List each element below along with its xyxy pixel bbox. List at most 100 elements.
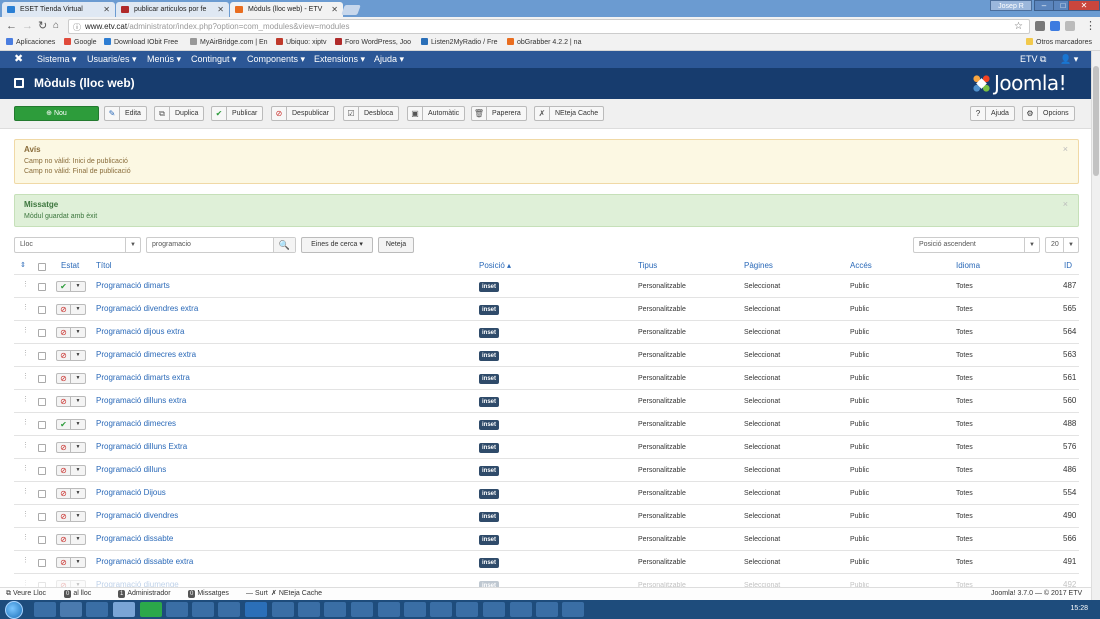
row-checkbox[interactable] — [38, 536, 46, 544]
app-icon[interactable] — [192, 602, 214, 617]
menu-contingut[interactable]: Contingut ▾ — [191, 51, 237, 68]
duplicate-button[interactable]: ⧉ Duplica — [154, 106, 205, 121]
chevron-down-icon[interactable]: ▼ — [71, 374, 85, 383]
app-icon[interactable] — [430, 602, 452, 617]
row-checkbox[interactable] — [38, 306, 46, 314]
options-button[interactable]: ⚙ Opcions — [1022, 106, 1075, 121]
new-button[interactable]: ⊕ Nou — [14, 106, 99, 121]
drag-handle-icon[interactable]: ⋮ — [22, 395, 29, 405]
view-site-link[interactable]: ⧉ Veure Lloc — [6, 588, 46, 600]
drag-handle-icon[interactable]: ⋮ — [22, 556, 29, 566]
row-checkbox[interactable] — [38, 352, 46, 360]
module-title-link[interactable]: Programació dimarts extra — [96, 373, 190, 383]
filezilla-icon[interactable] — [404, 602, 426, 617]
row-checkbox[interactable] — [38, 329, 46, 337]
clock[interactable]: 15:28 — [1070, 605, 1088, 612]
module-title-link[interactable]: Programació dimarts — [96, 281, 170, 291]
opera-icon[interactable] — [298, 602, 320, 617]
col-idioma[interactable]: Idioma — [956, 259, 980, 273]
close-icon[interactable]: ✕ — [331, 2, 338, 17]
window-close-button[interactable]: ✕ — [1068, 0, 1100, 11]
sort-icon[interactable]: ⇕ — [20, 259, 26, 273]
home-icon[interactable]: ⌂ — [53, 20, 59, 32]
page-scrollbar[interactable] — [1091, 51, 1100, 600]
module-title-link[interactable]: Programació divendres — [96, 511, 178, 521]
status-toggle[interactable]: ✔ ▼ — [56, 419, 86, 430]
outlook-icon[interactable] — [245, 602, 267, 617]
ie-icon[interactable] — [34, 602, 56, 617]
app-icon[interactable] — [324, 602, 346, 617]
menu-icon[interactable]: ⋮ — [1085, 20, 1096, 32]
limit-select[interactable]: 20 ▼ — [1045, 237, 1079, 253]
status-toggle[interactable]: ⊘ ▼ — [56, 488, 86, 499]
new-tab-button[interactable] — [341, 5, 361, 15]
module-title-link[interactable]: Programació dimecres — [96, 419, 176, 429]
bookmark-item[interactable]: Foro WordPress, Joo — [335, 36, 411, 50]
menu-sistema[interactable]: Sistema ▾ — [37, 51, 77, 68]
close-icon[interactable]: ✕ — [103, 2, 110, 17]
chevron-down-icon[interactable]: ▼ — [71, 282, 85, 291]
messages-count[interactable]: 0 Missatges — [188, 588, 229, 600]
status-toggle[interactable]: ⊘ ▼ — [56, 511, 86, 522]
col-estat[interactable]: Estat — [61, 259, 79, 273]
bookmark-item[interactable]: obGrabber 4.2.2 | na — [507, 36, 581, 50]
client-select[interactable]: Lloc ▼ — [14, 237, 141, 253]
extension-icon[interactable] — [1065, 21, 1075, 31]
clear-button[interactable]: Neteja — [378, 237, 414, 253]
col-posicio[interactable]: Posició ▴ — [479, 259, 511, 273]
app-icon[interactable] — [351, 602, 373, 617]
drag-handle-icon[interactable]: ⋮ — [22, 487, 29, 497]
close-icon[interactable]: × — [1063, 144, 1068, 154]
menu-components[interactable]: Components ▾ — [247, 51, 305, 68]
bookmark-item[interactable]: Listen2MyRadio / Fre — [421, 36, 498, 50]
browser-tab[interactable]: ESET Tienda Virtual ✕ — [2, 2, 115, 17]
status-toggle[interactable]: ⊘ ▼ — [56, 396, 86, 407]
explorer-icon[interactable] — [60, 602, 82, 617]
close-icon[interactable]: × — [1063, 199, 1068, 209]
col-acces[interactable]: Accés — [850, 259, 872, 273]
module-title-link[interactable]: Programació dissabte — [96, 534, 173, 544]
drag-handle-icon[interactable]: ⋮ — [22, 349, 29, 359]
search-tools-button[interactable]: Eines de cerca ▾ — [301, 237, 373, 253]
chevron-down-icon[interactable]: ▼ — [71, 558, 85, 567]
chevron-down-icon[interactable]: ▼ — [71, 351, 85, 360]
batch-button[interactable]: ▣ Automàtic — [407, 106, 466, 121]
status-toggle[interactable]: ⊘ ▼ — [56, 304, 86, 315]
drag-handle-icon[interactable]: ⋮ — [22, 533, 29, 543]
status-toggle[interactable]: ⊘ ▼ — [56, 373, 86, 384]
col-tipus[interactable]: Tipus — [638, 259, 657, 273]
unpublish-button[interactable]: ⊘ Despublicar — [271, 106, 335, 121]
module-title-link[interactable]: Programació dilluns extra — [96, 396, 186, 406]
status-toggle[interactable]: ⊘ ▼ — [56, 465, 86, 476]
extension-icon[interactable] — [1035, 21, 1045, 31]
app-icon[interactable] — [140, 602, 162, 617]
chevron-down-icon[interactable]: ▼ — [71, 397, 85, 406]
menu-ajuda[interactable]: Ajuda ▾ — [374, 51, 404, 68]
module-title-link[interactable]: Programació divendres extra — [96, 304, 198, 314]
row-checkbox[interactable] — [38, 490, 46, 498]
drag-handle-icon[interactable]: ⋮ — [22, 372, 29, 382]
trash-button[interactable]: 🗑 Paperera — [471, 106, 527, 121]
chevron-down-icon[interactable]: ▼ — [71, 489, 85, 498]
skype-icon[interactable] — [166, 602, 188, 617]
checkin-button[interactable]: ☑ Desbloca — [343, 106, 400, 121]
status-clear-cache-link[interactable]: ✗ NEteja Cache — [271, 588, 322, 600]
menu-menus[interactable]: Menús ▾ — [147, 51, 181, 68]
row-checkbox[interactable] — [38, 421, 46, 429]
module-title-link[interactable]: Programació dissabte extra — [96, 557, 193, 567]
app-icon[interactable] — [272, 602, 294, 617]
forward-icon[interactable]: → — [22, 20, 33, 32]
module-title-link[interactable]: Programació dilluns — [96, 465, 166, 475]
profile-button[interactable]: Josep R — [990, 0, 1032, 11]
chevron-down-icon[interactable]: ▼ — [71, 305, 85, 314]
bookmark-item[interactable]: Google — [64, 36, 97, 50]
status-toggle[interactable]: ⊘ ▼ — [56, 327, 86, 338]
chevron-down-icon[interactable]: ▼ — [71, 420, 85, 429]
menu-usuaris[interactable]: Usuaris/es ▾ — [87, 51, 137, 68]
app-icon[interactable] — [378, 602, 400, 617]
start-button[interactable] — [5, 601, 23, 619]
module-title-link[interactable]: Programació dimecres extra — [96, 350, 196, 360]
row-checkbox[interactable] — [38, 444, 46, 452]
app-icon[interactable] — [562, 602, 584, 617]
chevron-down-icon[interactable]: ▼ — [71, 512, 85, 521]
